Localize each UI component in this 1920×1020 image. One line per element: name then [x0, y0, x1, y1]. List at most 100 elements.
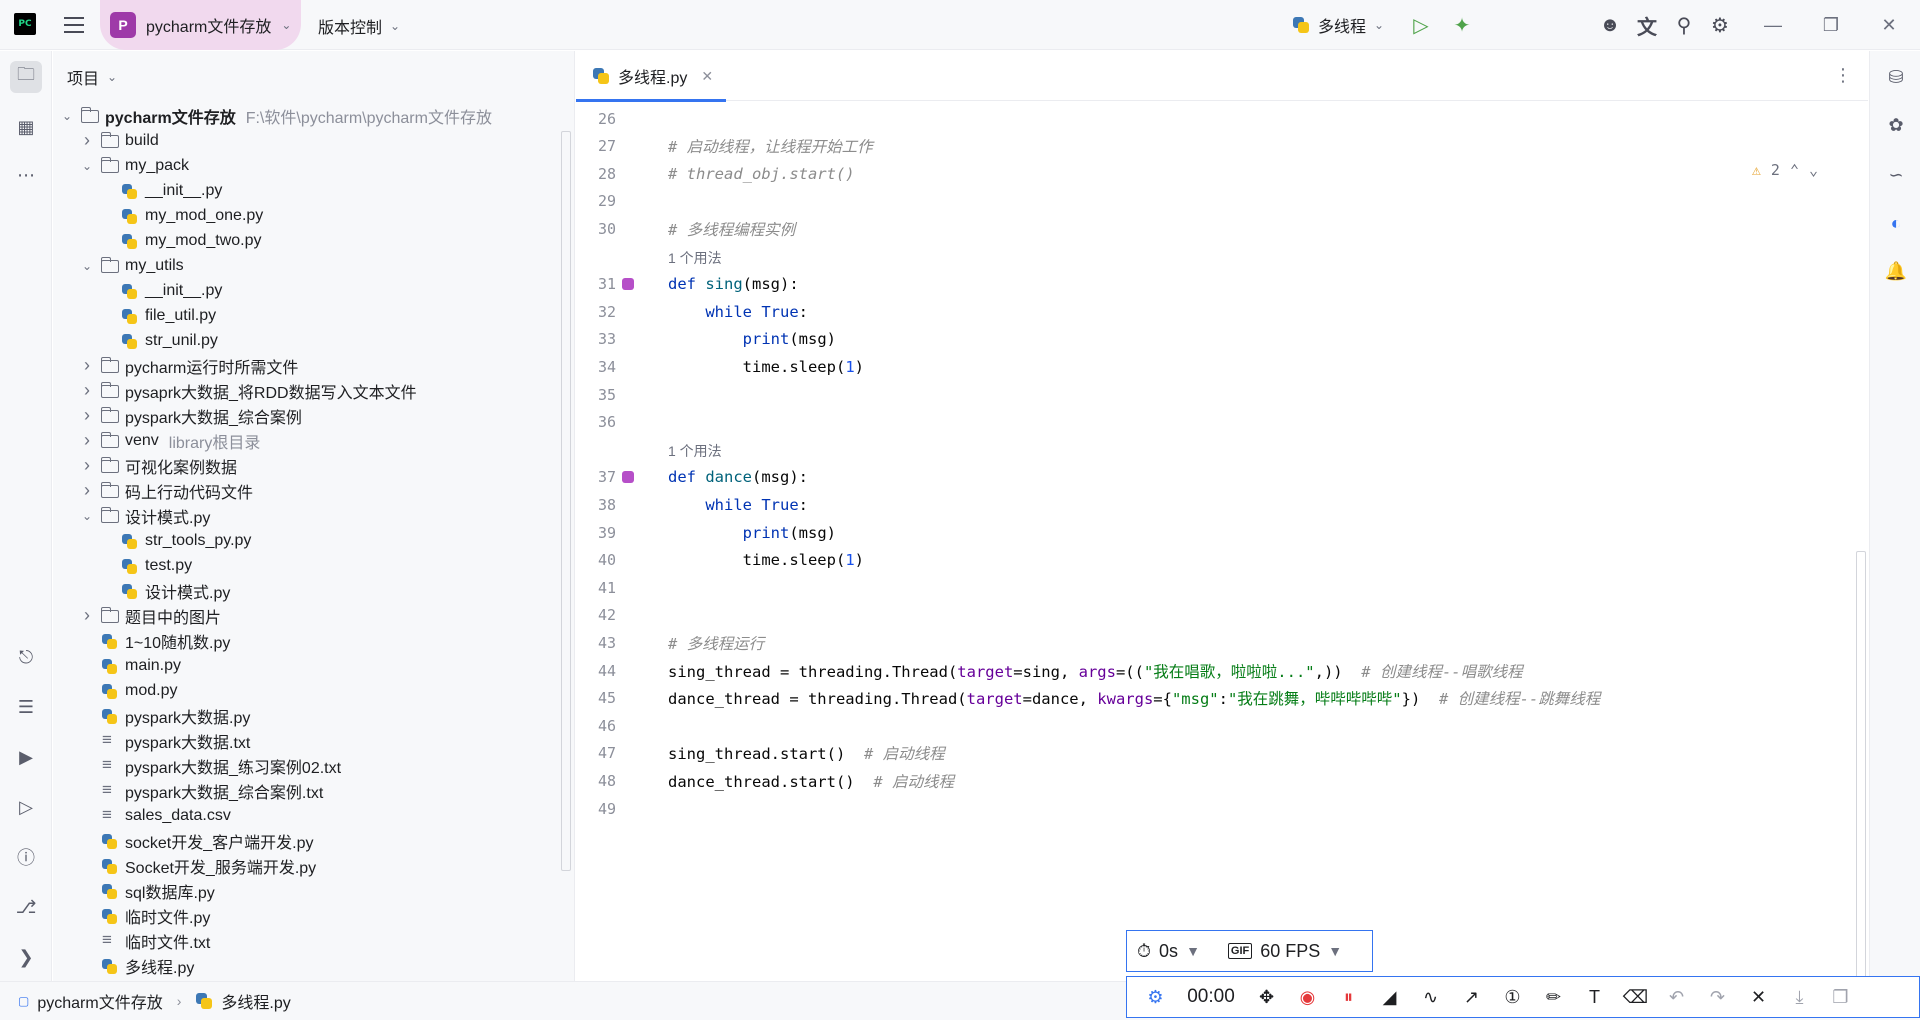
- notifications-icon[interactable]: 🔔: [1880, 255, 1912, 287]
- main-menu-icon[interactable]: [62, 14, 86, 36]
- project-panel-header[interactable]: 项目 ⌄: [67, 65, 117, 89]
- translate-icon[interactable]: 文: [1632, 10, 1662, 40]
- polyline-icon[interactable]: ∿: [1410, 987, 1451, 1008]
- tree-item[interactable]: › pyspark大数据_综合案例: [53, 403, 573, 428]
- tree-item[interactable]: ⌄ pycharm文件存放 F:\软件\pycharm\pycharm文件存放: [53, 103, 573, 128]
- chevron-down-icon[interactable]: ▼: [1328, 943, 1342, 959]
- usage-hint[interactable]: 1 个用法: [668, 248, 722, 268]
- code-line[interactable]: 46: [576, 712, 1846, 739]
- vcs-button[interactable]: 版本控制 ⌄: [318, 14, 400, 38]
- run-tool-icon[interactable]: ▷: [10, 791, 42, 823]
- tree-item[interactable]: __init__.py: [53, 178, 573, 203]
- layers-icon[interactable]: ☰: [10, 691, 42, 723]
- redo-icon[interactable]: ↷: [1697, 987, 1738, 1008]
- git-icon[interactable]: ⎇: [10, 891, 42, 923]
- ai-assistant-icon[interactable]: ✿: [1880, 109, 1912, 141]
- breadcrumb-project[interactable]: pycharm文件存放: [37, 989, 162, 1013]
- tree-item[interactable]: pyspark大数据_练习案例02.txt: [53, 753, 573, 778]
- chevron-right-icon[interactable]: ›: [79, 605, 95, 626]
- code-line[interactable]: 40 time.sleep(1): [576, 547, 1846, 574]
- close-icon[interactable]: ✕: [701, 68, 713, 85]
- sciview-icon[interactable]: ∽: [1880, 159, 1912, 191]
- download-icon[interactable]: ⤓: [1779, 987, 1820, 1008]
- tree-item[interactable]: › 题目中的图片: [53, 603, 573, 628]
- debug-icon[interactable]: ✦: [1447, 10, 1477, 40]
- usage-hint[interactable]: 1 个用法: [668, 441, 722, 461]
- tree-item[interactable]: 多线程.py: [53, 953, 573, 978]
- move-icon[interactable]: ✥: [1246, 987, 1287, 1008]
- project-switcher-button[interactable]: P pycharm文件存放 ⌄: [100, 0, 302, 50]
- tree-item[interactable]: › 码上行动代码文件: [53, 478, 573, 503]
- tree-item[interactable]: pyspark大数据.txt: [53, 728, 573, 753]
- tree-item[interactable]: str_tools_py.py: [53, 528, 573, 553]
- eraser-icon[interactable]: ⌫: [1615, 987, 1656, 1008]
- chevron-right-icon[interactable]: ›: [79, 355, 95, 376]
- chevron-down-icon[interactable]: ⌄: [79, 259, 95, 273]
- chevron-down-icon[interactable]: ▼: [1186, 943, 1200, 959]
- shape-icon[interactable]: ◢: [1369, 987, 1410, 1008]
- arrow-icon[interactable]: ↗: [1451, 987, 1492, 1008]
- tree-item[interactable]: 设计模式.py: [53, 578, 573, 603]
- tree-item[interactable]: my_mod_one.py: [53, 203, 573, 228]
- code-line[interactable]: 47 sing_thread.start() # 启动线程: [576, 740, 1846, 767]
- tree-item[interactable]: › pycharm运行时所需文件: [53, 353, 573, 378]
- code-line[interactable]: 36: [576, 409, 1846, 436]
- chevron-down-icon[interactable]: ⌄: [79, 509, 95, 523]
- editor-scrollbar[interactable]: [1856, 551, 1866, 1011]
- code-line[interactable]: 34 time.sleep(1): [576, 353, 1846, 380]
- tree-item[interactable]: › venv library根目录: [53, 428, 573, 453]
- restore-icon[interactable]: ❐: [1816, 10, 1846, 40]
- code-line[interactable]: 42: [576, 602, 1846, 629]
- tree-item[interactable]: ⌄ my_pack: [53, 153, 573, 178]
- fps-value[interactable]: 60 FPS: [1260, 941, 1320, 962]
- usage-gutter-icon[interactable]: [622, 471, 634, 484]
- code-line[interactable]: 43 # 多线程运行: [576, 629, 1846, 656]
- delay-value[interactable]: 0s: [1159, 941, 1178, 962]
- code-line[interactable]: 30 # 多线程编程实例: [576, 215, 1846, 242]
- tree-item[interactable]: str_unil.py: [53, 328, 573, 353]
- run-config-selector[interactable]: 多线程 ⌄: [1292, 13, 1384, 37]
- tree-item[interactable]: file_util.py: [53, 303, 573, 328]
- close-icon[interactable]: ✕: [1874, 10, 1904, 40]
- browser-icon[interactable]: ◐: [1880, 207, 1912, 239]
- stop-record-icon[interactable]: ◉: [1287, 987, 1328, 1008]
- tree-item[interactable]: __init__.py: [53, 278, 573, 303]
- tree-item[interactable]: › 可视化案例数据: [53, 453, 573, 478]
- tab-multithread[interactable]: 多线程.py ✕: [576, 51, 729, 102]
- tree-item[interactable]: main.py: [53, 653, 573, 678]
- chevron-right-icon[interactable]: ›: [79, 430, 95, 451]
- code-line[interactable]: 33 print(msg): [576, 326, 1846, 353]
- code-line[interactable]: 44 sing_thread = threading.Thread(target=…: [576, 657, 1846, 684]
- more-options-icon[interactable]: ⋮: [1834, 65, 1852, 86]
- code-line[interactable]: 35: [576, 381, 1846, 408]
- tree-item[interactable]: 1~10随机数.py: [53, 628, 573, 653]
- chevron-right-icon[interactable]: ›: [79, 380, 95, 401]
- code-line[interactable]: 27 # 启动线程，让线程开始工作: [576, 133, 1846, 160]
- chevron-right-icon[interactable]: ›: [79, 480, 95, 501]
- pause-icon[interactable]: ⏸: [1328, 987, 1369, 1008]
- tree-item[interactable]: sql数据库.py: [53, 878, 573, 903]
- terminal-icon[interactable]: ❯: [10, 941, 42, 973]
- project-folder-icon[interactable]: 🗀: [10, 61, 42, 93]
- code-line[interactable]: 38 while True:: [576, 491, 1846, 518]
- copy-icon[interactable]: ❐: [1820, 987, 1861, 1008]
- code-line[interactable]: 41: [576, 574, 1846, 601]
- text-icon[interactable]: T: [1574, 987, 1615, 1008]
- close-icon[interactable]: ✕: [1738, 987, 1779, 1008]
- panel-scrollbar[interactable]: [561, 131, 571, 871]
- tree-item[interactable]: mod.py: [53, 678, 573, 703]
- minimize-icon[interactable]: —: [1758, 10, 1788, 40]
- code-line[interactable]: 31 def sing(msg):: [576, 271, 1846, 298]
- code-line[interactable]: 48 dance_thread.start() # 启动线程: [576, 767, 1846, 794]
- code-line[interactable]: 28 # thread_obj.start(): [576, 160, 1846, 187]
- usage-gutter-icon[interactable]: [622, 278, 634, 291]
- gear-icon[interactable]: ⚙: [1705, 10, 1735, 40]
- tree-item[interactable]: test.py: [53, 553, 573, 578]
- more-tools-icon[interactable]: ⋯: [10, 159, 42, 191]
- python-console-icon[interactable]: ⎋: [10, 641, 42, 673]
- chevron-right-icon[interactable]: ›: [79, 405, 95, 426]
- code-line[interactable]: 37 def dance(msg):: [576, 464, 1846, 491]
- code-line[interactable]: 49: [576, 795, 1846, 822]
- tree-item[interactable]: socket开发_客户端开发.py: [53, 828, 573, 853]
- tree-item[interactable]: ⌄ 设计模式.py: [53, 503, 573, 528]
